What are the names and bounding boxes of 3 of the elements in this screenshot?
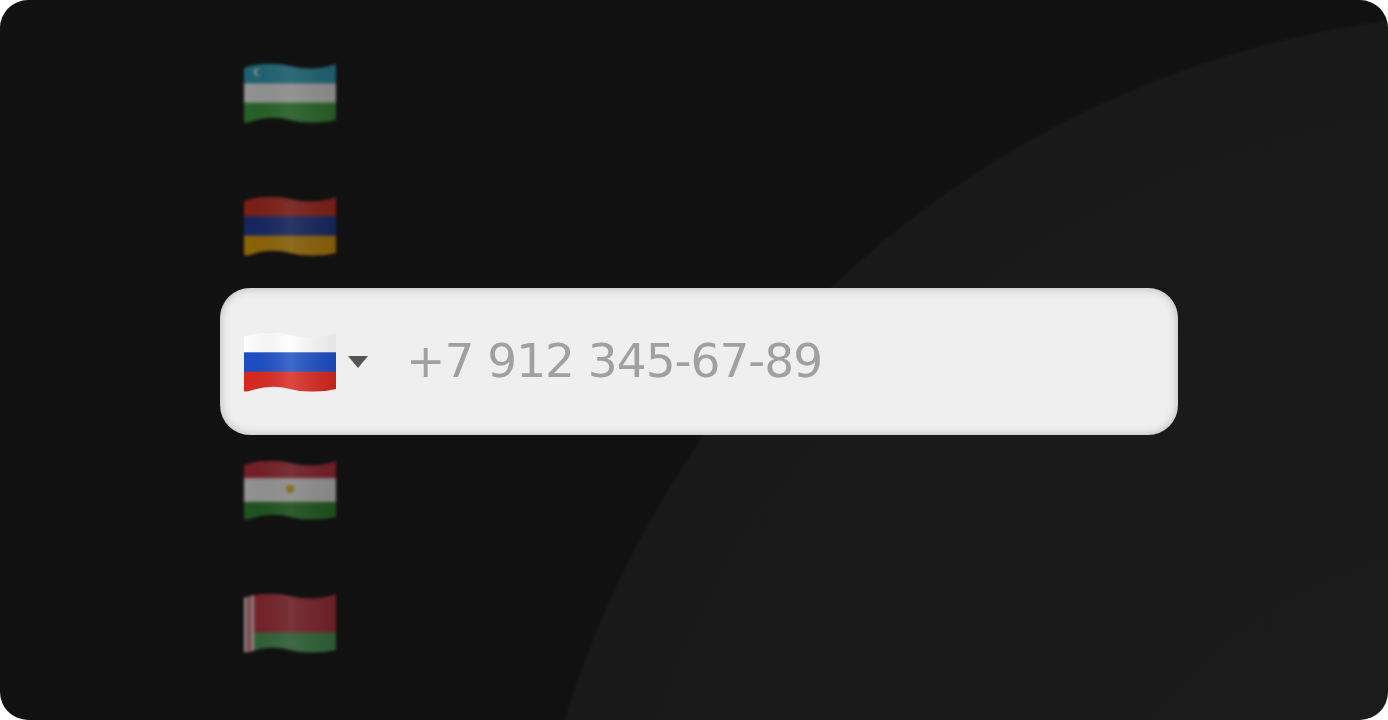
phone-field[interactable]: +7 912 345-67-89 bbox=[220, 288, 1178, 435]
phone-input-field[interactable]: +7 912 345-67-89 bbox=[404, 325, 1004, 398]
caret-icon[interactable] bbox=[348, 355, 368, 368]
